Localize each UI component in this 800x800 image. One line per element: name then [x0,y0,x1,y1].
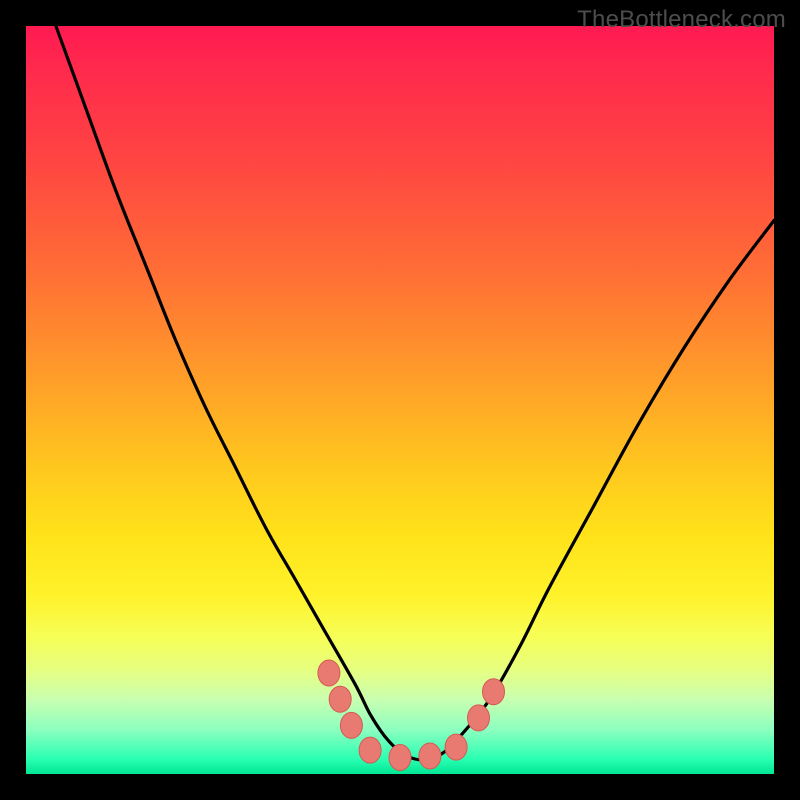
curve-marker [445,734,467,760]
curve-marker [318,660,340,686]
curve-marker [389,745,411,771]
curve-marker [329,686,351,712]
curve-marker [359,737,381,763]
curve-marker [483,679,505,705]
outer-frame: TheBottleneck.com [0,0,800,800]
curve-markers [318,660,505,771]
curve-marker [340,712,362,738]
curve-layer [26,26,774,774]
bottleneck-curve [56,26,774,760]
gradient-plot-area [26,26,774,774]
curve-marker [419,743,441,769]
curve-marker [468,705,490,731]
watermark-text: TheBottleneck.com [577,6,786,34]
